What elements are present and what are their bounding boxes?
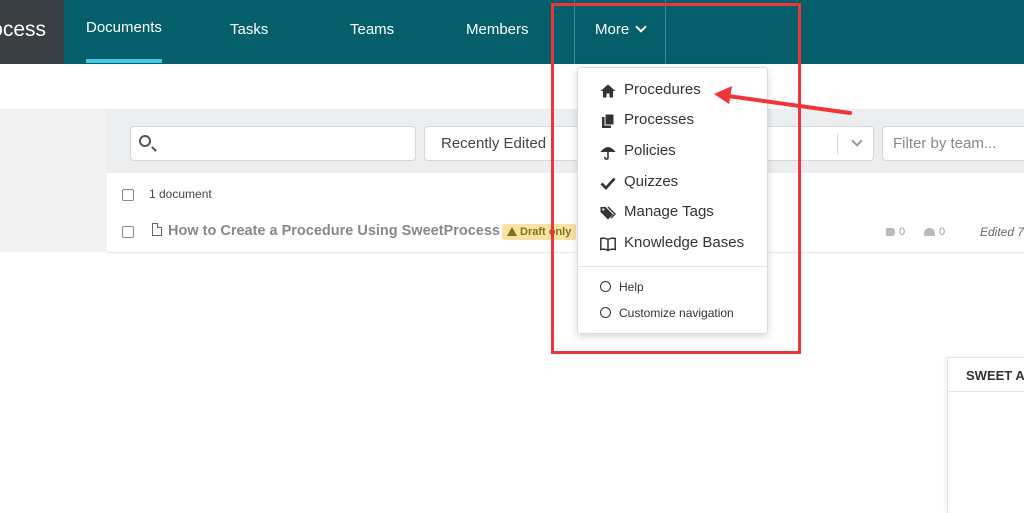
top-navigation-bar: ocess Documents Tasks Teams Members More [0,0,1024,64]
nav-members[interactable]: Members [466,0,529,64]
left-panel [0,110,107,252]
tag-icon [886,228,895,236]
tag-count-value: 0 [899,226,906,238]
search-input[interactable] [130,126,416,161]
row-checkbox[interactable] [122,226,134,238]
sort-select-value: Recently Edited [441,135,547,152]
team-filter-input[interactable]: Filter by team... [882,126,1024,161]
member-count-value: 0 [939,226,946,238]
nav-tasks[interactable]: Tasks [230,0,268,64]
search-icon [139,135,151,147]
divider [948,391,1024,392]
nav-teams[interactable]: Teams [350,0,394,64]
annotation-arrow [714,86,852,115]
users-icon [924,228,935,236]
team-filter-placeholder: Filter by team... [893,135,997,152]
file-icon [152,223,162,236]
annotation-highlight-box [551,3,801,354]
side-card: SWEET A [947,357,1024,513]
warning-icon [507,227,517,236]
logo[interactable]: ocess [0,0,64,64]
nav-documents[interactable]: Documents [86,0,162,64]
tag-count: 0 [886,226,905,238]
side-card-title: SWEET A [966,368,1024,383]
member-count: 0 [924,226,945,238]
document-title-link[interactable]: How to Create a Procedure Using SweetPro… [168,223,500,239]
select-separator [837,133,838,155]
document-count: 1 document [149,187,212,201]
chevron-down-icon [851,135,863,147]
logo-text: ocess [0,18,46,41]
edited-timestamp: Edited 7 [980,225,1024,239]
select-all-checkbox[interactable] [122,189,134,201]
